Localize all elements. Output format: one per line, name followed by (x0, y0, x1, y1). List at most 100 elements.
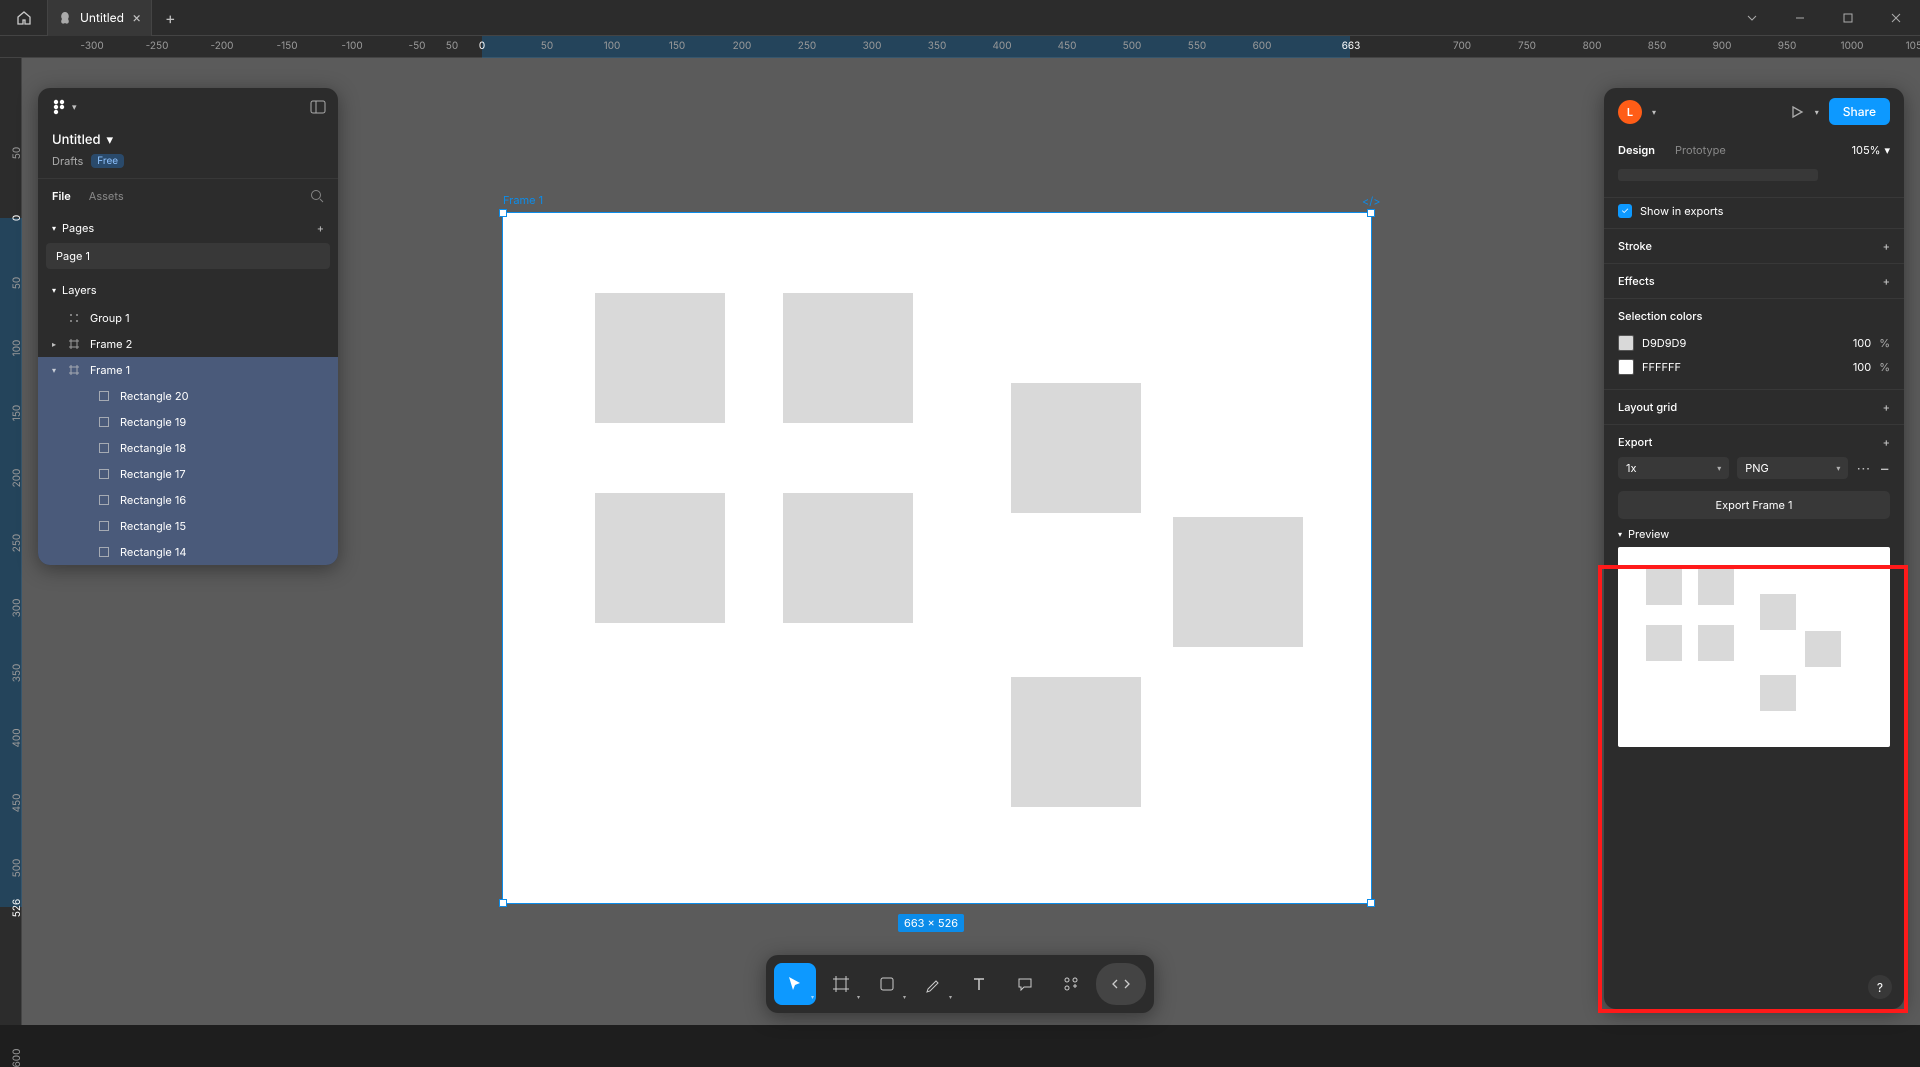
show-exports-checkbox[interactable]: ✓ (1618, 204, 1632, 218)
export-button[interactable]: Export Frame 1 (1618, 491, 1890, 519)
export-scale-select[interactable]: 1x▾ (1618, 457, 1729, 479)
tab-prototype[interactable]: Prototype (1675, 143, 1726, 157)
shape-tool[interactable]: ▾ (866, 963, 908, 1005)
rectangle[interactable] (1173, 517, 1303, 647)
frame-icon (68, 364, 82, 376)
chevron-down-icon[interactable]: ▾ (107, 132, 114, 148)
text-tool[interactable] (958, 963, 1000, 1005)
maximize-button[interactable] (1824, 0, 1872, 36)
color-opacity[interactable]: 100 (1841, 360, 1871, 374)
rectangle[interactable] (1011, 677, 1141, 807)
layer-item[interactable]: Rectangle 16 (38, 487, 338, 513)
layer-item[interactable]: Rectangle 17 (38, 461, 338, 487)
add-stroke-icon[interactable]: + (1883, 239, 1890, 253)
panel-toggle-icon[interactable] (310, 99, 326, 115)
pages-label[interactable]: Pages (62, 221, 94, 235)
file-tab[interactable]: Untitled × (48, 0, 152, 36)
chevron-down-icon[interactable]: ▾ (1618, 529, 1622, 539)
dev-mode-toggle[interactable] (1096, 963, 1146, 1005)
layer-item[interactable]: ▸Frame 2 (38, 331, 338, 357)
layer-item[interactable]: Rectangle 19 (38, 409, 338, 435)
share-button[interactable]: Share (1829, 98, 1890, 125)
move-tool[interactable]: ▾ (774, 963, 816, 1005)
minimize-button[interactable] (1776, 0, 1824, 36)
layer-name: Group 1 (90, 311, 130, 325)
layer-name: Rectangle 17 (120, 467, 186, 481)
remove-export-icon[interactable]: − (1879, 458, 1890, 478)
layer-name: Rectangle 19 (120, 415, 186, 429)
frame-code-icon[interactable]: </> (1362, 194, 1381, 208)
color-row[interactable]: FFFFFF100% (1618, 355, 1890, 379)
properties-panel: L ▾ ▾ Share Design Prototype 105% ▾ ✓ Sh… (1604, 88, 1904, 1009)
actions-tool[interactable] (1050, 963, 1092, 1005)
rectangle[interactable] (1011, 383, 1141, 513)
color-opacity[interactable]: 100 (1841, 336, 1871, 350)
rect-icon (98, 416, 112, 428)
home-button[interactable] (0, 0, 48, 36)
layer-item[interactable]: ▾Frame 1 (38, 357, 338, 383)
rectangle[interactable] (783, 293, 913, 423)
layer-name: Rectangle 20 (120, 389, 189, 403)
layer-item[interactable]: Group 1 (38, 305, 338, 331)
rect-icon (98, 494, 112, 506)
color-swatch[interactable] (1618, 335, 1634, 351)
file-icon (58, 11, 72, 25)
present-button[interactable] (1789, 104, 1805, 120)
avatar[interactable]: L (1618, 100, 1642, 124)
frame-label[interactable]: Frame 1 (503, 193, 543, 207)
rect-icon (98, 520, 112, 532)
rectangle[interactable] (595, 293, 725, 423)
chevron-down-icon[interactable]: ▾ (52, 285, 56, 295)
rectangle[interactable] (783, 493, 913, 623)
layer-name: Rectangle 15 (120, 519, 186, 533)
frame-icon (68, 338, 82, 350)
comment-tool[interactable] (1004, 963, 1046, 1005)
frame-1[interactable] (503, 213, 1371, 903)
drafts-label[interactable]: Drafts (52, 154, 83, 168)
close-tab-icon[interactable]: × (132, 9, 141, 26)
layers-label[interactable]: Layers (62, 283, 97, 297)
layer-item[interactable]: Rectangle 15 (38, 513, 338, 539)
document-title[interactable]: Untitled (52, 132, 101, 148)
close-window-button[interactable] (1872, 0, 1920, 36)
export-options-icon[interactable]: ⋯ (1856, 460, 1871, 477)
color-hex[interactable]: D9D9D9 (1642, 336, 1833, 350)
main-menu-button[interactable]: ▾ (50, 98, 77, 116)
tab-title: Untitled (80, 10, 124, 25)
color-swatch[interactable] (1618, 359, 1634, 375)
frame-tool[interactable]: ▾ (820, 963, 862, 1005)
toolbar: ▾ ▾ ▾ ▾ (766, 955, 1154, 1013)
chevron-down-icon[interactable]: ▾ (52, 223, 56, 233)
chevron-down-icon[interactable]: ▾ (1652, 107, 1656, 117)
layout-grid-label: Layout grid (1618, 400, 1677, 414)
zoom-control[interactable]: 105% ▾ (1852, 143, 1890, 157)
add-page-icon[interactable]: + (317, 221, 324, 235)
dimensions-label: 663 × 526 (898, 914, 964, 932)
export-format-select[interactable]: PNG▾ (1737, 457, 1848, 479)
layer-item[interactable]: Rectangle 20 (38, 383, 338, 409)
layer-item[interactable]: Rectangle 14 (38, 539, 338, 565)
color-row[interactable]: D9D9D9100% (1618, 331, 1890, 355)
help-button[interactable]: ? (1868, 975, 1892, 999)
chevron-down-icon[interactable]: ▾ (1815, 107, 1819, 117)
rectangle[interactable] (595, 493, 725, 623)
tab-design[interactable]: Design (1618, 143, 1655, 157)
add-export-icon[interactable]: + (1883, 435, 1890, 449)
add-grid-icon[interactable]: + (1883, 400, 1890, 414)
pen-tool[interactable]: ▾ (912, 963, 954, 1005)
tab-assets[interactable]: Assets (89, 189, 124, 203)
rect-icon (98, 546, 112, 558)
layers-panel: ▾ Untitled ▾ Drafts Free File Assets ▾ P… (38, 88, 338, 565)
tab-file[interactable]: File (52, 189, 71, 203)
layer-name: Rectangle 16 (120, 493, 186, 507)
color-hex[interactable]: FFFFFF (1642, 360, 1833, 374)
page-item[interactable]: Page 1 (46, 243, 330, 269)
dropdown-button[interactable] (1728, 0, 1776, 36)
layer-item[interactable]: Rectangle 18 (38, 435, 338, 461)
new-tab-button[interactable]: + (152, 8, 188, 28)
search-icon[interactable] (310, 189, 324, 203)
stroke-label: Stroke (1618, 239, 1652, 253)
add-effect-icon[interactable]: + (1883, 274, 1890, 288)
layer-name: Frame 2 (90, 337, 132, 351)
titlebar: Untitled × + (0, 0, 1920, 36)
